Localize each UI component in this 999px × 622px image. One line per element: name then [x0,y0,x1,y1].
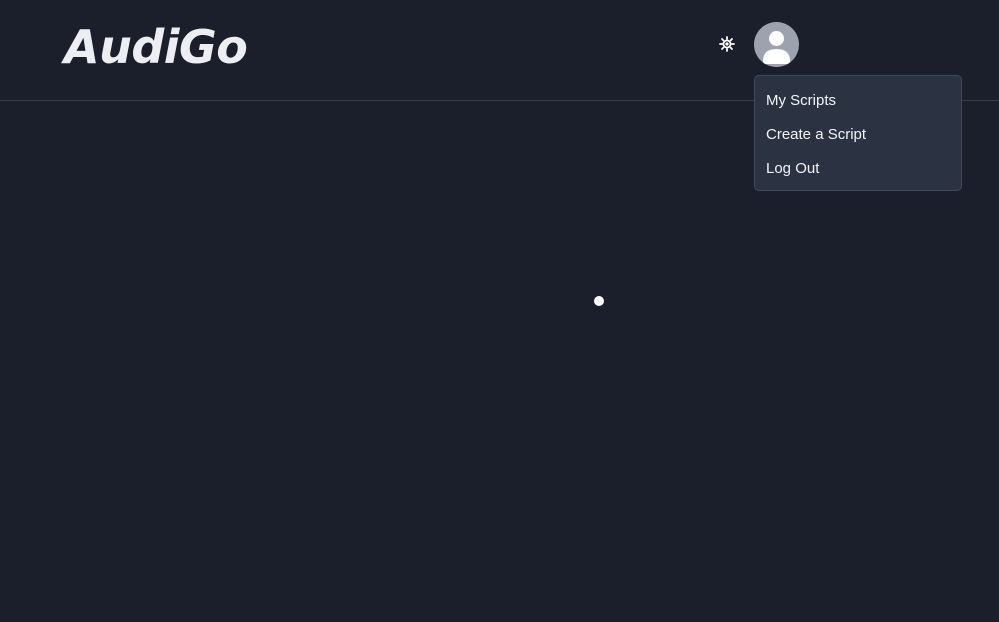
user-avatar-icon [754,22,799,67]
user-avatar-button[interactable] [754,22,799,67]
theme-toggle-button[interactable] [716,33,738,55]
loading-spinner [594,296,604,306]
app-logo[interactable]: AudiGo [64,16,248,78]
user-dropdown-menu: My Scripts Create a Script Log Out [754,75,962,191]
menu-item-log-out[interactable]: Log Out [755,152,961,186]
menu-item-create-script[interactable]: Create a Script [755,118,961,152]
sun-icon [719,36,735,52]
menu-item-my-scripts[interactable]: My Scripts [755,84,961,118]
